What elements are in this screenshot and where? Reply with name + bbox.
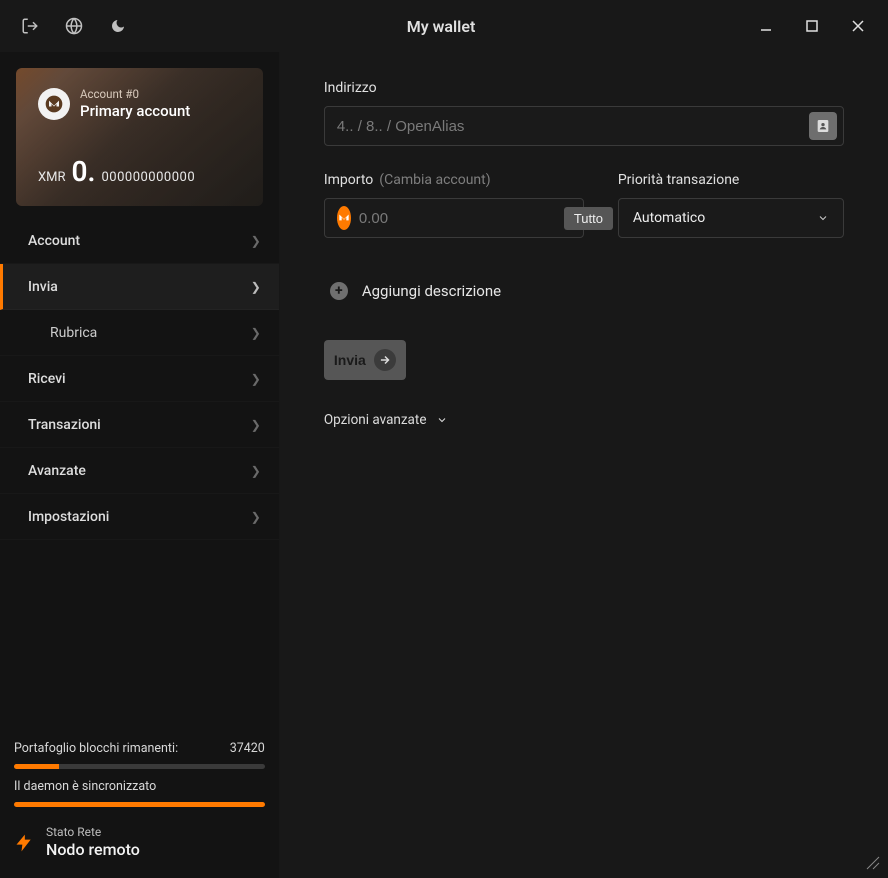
- add-description-label: Aggiungi descrizione: [362, 282, 501, 300]
- nav-send[interactable]: Invia ❯: [0, 264, 279, 310]
- chevron-down-icon: [436, 414, 448, 426]
- nav-label: Impostazioni: [28, 509, 109, 525]
- amount-input[interactable]: [359, 210, 558, 227]
- balance-integer: 0.: [72, 155, 96, 188]
- monero-logo-icon: [38, 88, 70, 120]
- wallet-sync-value: 37420: [230, 741, 265, 756]
- wallet-sync-label: Portafoglio blocchi rimanenti:: [14, 741, 178, 756]
- chevron-right-icon: ❯: [251, 280, 261, 294]
- chevron-right-icon: ❯: [251, 418, 261, 432]
- amount-all-button[interactable]: Tutto: [564, 207, 613, 230]
- nav-label: Transazioni: [28, 417, 101, 433]
- titlebar-actions: [12, 14, 130, 38]
- advanced-options-label: Opzioni avanzate: [324, 412, 427, 428]
- nav-settings[interactable]: Impostazioni ❯: [0, 494, 279, 540]
- sync-status: Portafoglio blocchi rimanenti: 37420 Il …: [0, 731, 279, 815]
- address-input[interactable]: [337, 118, 809, 135]
- window-title: My wallet: [130, 17, 752, 36]
- account-card[interactable]: Account #0 Primary account XMR 0. 000000…: [16, 68, 263, 206]
- wallet-sync-progress: [14, 764, 265, 769]
- nav-advanced[interactable]: Avanzate ❯: [0, 448, 279, 494]
- nav-label: Account: [28, 233, 80, 249]
- priority-select[interactable]: Automatico: [618, 198, 844, 238]
- minimize-button[interactable]: [752, 12, 780, 40]
- network-status[interactable]: Stato Rete Nodo remoto: [0, 815, 279, 878]
- window-controls: [752, 12, 876, 40]
- chevron-right-icon: ❯: [251, 372, 261, 386]
- priority-label: Priorità transazione: [618, 172, 844, 188]
- priority-value: Automatico: [633, 210, 705, 226]
- nav-address-book[interactable]: Rubrica ❯: [0, 310, 279, 356]
- network-label: Stato Rete: [46, 825, 140, 840]
- main-panel: Indirizzo Importo (Cambia account): [280, 52, 888, 878]
- close-button[interactable]: [844, 12, 872, 40]
- amount-input-wrap: Tutto: [324, 198, 584, 238]
- balance-fraction: 000000000000: [101, 170, 195, 185]
- nav-label: Avanzate: [28, 463, 86, 479]
- advanced-options-toggle[interactable]: Opzioni avanzate: [324, 412, 844, 428]
- daemon-sync-label: Il daemon è sincronizzato: [14, 779, 156, 794]
- nav-label: Ricevi: [28, 371, 66, 387]
- network-value: Nodo remoto: [46, 840, 140, 860]
- bolt-icon: [14, 830, 34, 856]
- amount-hint[interactable]: (Cambia account): [379, 172, 490, 188]
- add-description-button[interactable]: + Aggiungi descrizione: [324, 282, 844, 300]
- chevron-right-icon: ❯: [251, 510, 261, 524]
- amount-label: Importo: [324, 172, 373, 188]
- nav-label: Invia: [28, 279, 58, 295]
- arrow-right-circle-icon: [374, 349, 396, 371]
- balance-currency: XMR: [38, 170, 66, 185]
- monero-icon: [337, 206, 351, 230]
- moon-icon[interactable]: [106, 14, 130, 38]
- nav-transactions[interactable]: Transazioni ❯: [0, 402, 279, 448]
- chevron-down-icon: [817, 212, 829, 224]
- navigation: Account ❯ Invia ❯ Rubrica ❯ Ricevi ❯ Tra…: [0, 218, 279, 540]
- nav-account[interactable]: Account ❯: [0, 218, 279, 264]
- plus-circle-icon: +: [330, 282, 348, 300]
- logout-icon[interactable]: [18, 14, 42, 38]
- account-subtitle: Account #0: [80, 88, 190, 102]
- resize-handle-icon[interactable]: [866, 856, 880, 870]
- chevron-right-icon: ❯: [251, 234, 261, 248]
- send-button-label: Invia: [334, 352, 366, 368]
- send-button[interactable]: Invia: [324, 340, 406, 380]
- chevron-right-icon: ❯: [251, 326, 261, 340]
- address-label: Indirizzo: [324, 80, 844, 96]
- daemon-sync-progress: [14, 802, 265, 807]
- balance: XMR 0. 000000000000: [38, 155, 195, 188]
- address-input-wrap: [324, 106, 844, 146]
- account-name: Primary account: [80, 102, 190, 120]
- maximize-button[interactable]: [798, 12, 826, 40]
- chevron-right-icon: ❯: [251, 464, 261, 478]
- nav-receive[interactable]: Ricevi ❯: [0, 356, 279, 402]
- titlebar: My wallet: [0, 0, 888, 52]
- globe-icon[interactable]: [62, 14, 86, 38]
- address-book-button[interactable]: [809, 112, 837, 140]
- nav-label: Rubrica: [50, 325, 97, 341]
- sidebar: Account #0 Primary account XMR 0. 000000…: [0, 52, 280, 878]
